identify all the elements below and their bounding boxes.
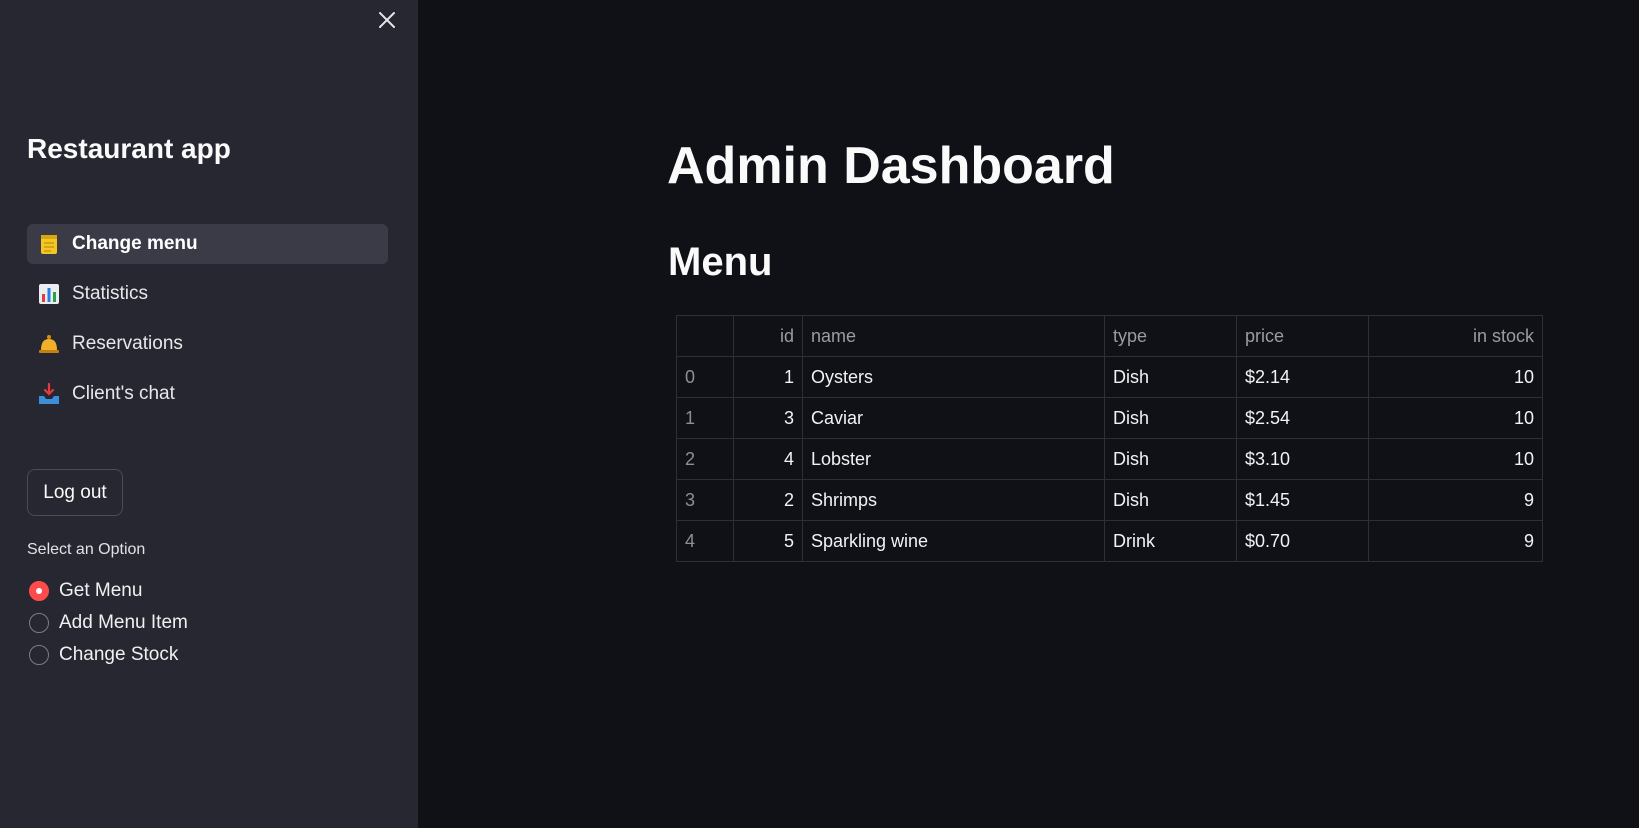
cell-in-stock[interactable]: 10 [1368, 438, 1543, 480]
app-root: Restaurant app Change menu Statistics Re… [0, 0, 1639, 828]
nav-item-change-menu[interactable]: Change menu [27, 224, 388, 264]
cell-name[interactable]: Caviar [802, 397, 1105, 439]
header-type[interactable]: type [1104, 315, 1237, 357]
cell-id[interactable]: 1 [733, 356, 803, 398]
row-index: 0 [676, 356, 734, 398]
cell-type[interactable]: Dish [1104, 356, 1237, 398]
nav-item-label: Reservations [72, 333, 183, 354]
table-row: 0 1 Oysters Dish $2.14 10 [676, 356, 1543, 398]
row-index: 4 [676, 520, 734, 562]
radio-option-label: Add Menu Item [59, 612, 188, 633]
cell-id[interactable]: 4 [733, 438, 803, 480]
cell-price[interactable]: $0.70 [1236, 520, 1369, 562]
cell-type[interactable]: Dish [1104, 479, 1237, 521]
header-in-stock[interactable]: in stock [1368, 315, 1543, 357]
notepad-icon [36, 231, 62, 257]
nav-item-clients-chat[interactable]: Client's chat [27, 374, 388, 414]
section-title: Menu [668, 240, 773, 284]
close-icon [379, 12, 395, 28]
radio-unchecked-icon [29, 613, 49, 633]
nav-item-label: Client's chat [72, 383, 175, 404]
app-title: Restaurant app [27, 133, 231, 164]
menu-table[interactable]: id name type price in stock 0 1 Oysters … [676, 315, 1543, 562]
cell-type[interactable]: Drink [1104, 520, 1237, 562]
page-title: Admin Dashboard [667, 137, 1115, 195]
bar-chart-icon [36, 281, 62, 307]
cell-in-stock[interactable]: 10 [1368, 356, 1543, 398]
cell-price[interactable]: $1.45 [1236, 479, 1369, 521]
radio-option-get-menu[interactable]: Get Menu [29, 575, 188, 607]
table-row: 3 2 Shrimps Dish $1.45 9 [676, 479, 1543, 521]
cell-name[interactable]: Lobster [802, 438, 1105, 480]
header-price[interactable]: price [1236, 315, 1369, 357]
cell-id[interactable]: 3 [733, 397, 803, 439]
cell-name[interactable]: Oysters [802, 356, 1105, 398]
cell-name[interactable]: Shrimps [802, 479, 1105, 521]
row-index: 2 [676, 438, 734, 480]
nav-item-label: Statistics [72, 283, 149, 304]
row-index: 1 [676, 397, 734, 439]
table-header-row: id name type price in stock [676, 315, 1543, 357]
radio-option-label: Change Stock [59, 644, 179, 665]
cell-type[interactable]: Dish [1104, 438, 1237, 480]
bell-icon [36, 331, 62, 357]
logout-button[interactable]: Log out [27, 469, 123, 516]
option-radio-group: Get Menu Add Menu Item Change Stock [29, 575, 188, 671]
menu-table-container: id name type price in stock 0 1 Oysters … [676, 315, 1543, 562]
nav-item-statistics[interactable]: Statistics [27, 274, 388, 314]
header-name[interactable]: name [802, 315, 1105, 357]
radio-unchecked-icon [29, 645, 49, 665]
header-index [676, 315, 734, 357]
cell-name[interactable]: Sparkling wine [802, 520, 1105, 562]
cell-price[interactable]: $3.10 [1236, 438, 1369, 480]
nav-item-label: Change menu [72, 233, 198, 254]
row-index: 3 [676, 479, 734, 521]
cell-price[interactable]: $2.54 [1236, 397, 1369, 439]
table-row: 2 4 Lobster Dish $3.10 10 [676, 438, 1543, 480]
radio-checked-icon [29, 581, 49, 601]
inbox-tray-icon [36, 381, 62, 407]
cell-in-stock[interactable]: 9 [1368, 520, 1543, 562]
cell-type[interactable]: Dish [1104, 397, 1237, 439]
close-sidebar-button[interactable] [373, 6, 401, 34]
sidebar: Restaurant app Change menu Statistics Re… [0, 0, 418, 828]
radio-option-change-stock[interactable]: Change Stock [29, 639, 188, 671]
cell-in-stock[interactable]: 9 [1368, 479, 1543, 521]
radio-option-add-menu-item[interactable]: Add Menu Item [29, 607, 188, 639]
cell-price[interactable]: $2.14 [1236, 356, 1369, 398]
radio-option-label: Get Menu [59, 580, 143, 601]
header-id[interactable]: id [733, 315, 803, 357]
table-row: 4 5 Sparkling wine Drink $0.70 9 [676, 520, 1543, 562]
cell-id[interactable]: 5 [733, 520, 803, 562]
cell-in-stock[interactable]: 10 [1368, 397, 1543, 439]
nav-item-reservations[interactable]: Reservations [27, 324, 388, 364]
cell-id[interactable]: 2 [733, 479, 803, 521]
radio-group-label: Select an Option [27, 541, 146, 558]
table-row: 1 3 Caviar Dish $2.54 10 [676, 397, 1543, 439]
sidebar-nav: Change menu Statistics Reservations Clie… [27, 224, 388, 424]
